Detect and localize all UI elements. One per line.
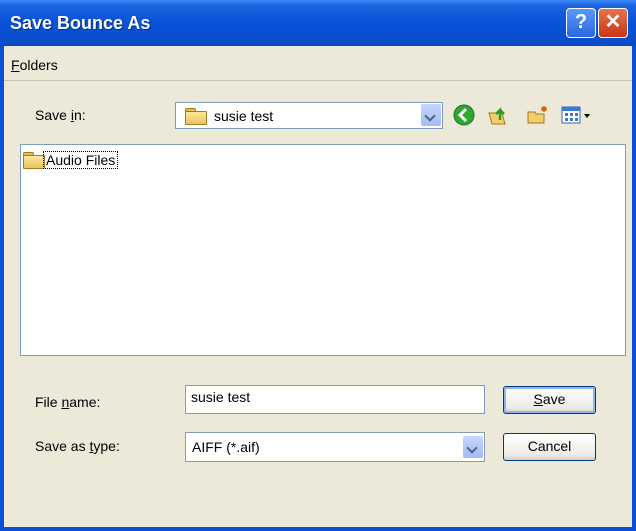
up-folder-icon: [488, 106, 506, 125]
title-bar[interactable]: Save Bounce As ? ✕: [0, 0, 636, 46]
save-type-value: AIFF (*.aif): [192, 439, 260, 455]
close-button[interactable]: ✕: [598, 8, 628, 38]
help-button[interactable]: ?: [566, 8, 596, 38]
menu-bar: Folders: [4, 50, 632, 81]
chevron-down-icon[interactable]: [421, 104, 441, 126]
folder-icon: [185, 108, 207, 125]
up-folder-button[interactable]: [486, 104, 510, 126]
file-name-value: susie test: [191, 389, 251, 405]
file-name-field[interactable]: susie test: [185, 385, 485, 414]
file-list[interactable]: Audio Files: [20, 144, 626, 356]
chevron-down-icon[interactable]: [463, 436, 483, 458]
file-name-label: File name:: [35, 394, 101, 410]
new-folder-button[interactable]: [526, 104, 550, 126]
menu-folders[interactable]: Folders: [11, 57, 58, 73]
save-in-value: susie test: [214, 108, 274, 124]
folder-icon: [23, 152, 45, 169]
back-icon: [453, 104, 475, 126]
cancel-button[interactable]: Cancel: [503, 433, 596, 461]
views-menu-icon: [561, 106, 590, 124]
help-icon: ?: [574, 11, 588, 33]
save-in-label: Save in:: [35, 107, 86, 123]
save-in-dropdown[interactable]: susie test: [175, 102, 443, 129]
new-folder-icon: [527, 106, 547, 124]
list-item-name: Audio Files: [43, 151, 119, 169]
save-type-dropdown[interactable]: AIFF (*.aif): [185, 432, 485, 462]
views-menu-button[interactable]: [560, 104, 600, 126]
back-button[interactable]: [452, 104, 476, 126]
save-button[interactable]: Save: [503, 386, 596, 414]
save-bounce-dialog: Save Bounce As ? ✕ Folders Save in: susi…: [0, 0, 636, 531]
save-type-label: Save as type:: [35, 438, 120, 454]
window-title: Save Bounce As: [10, 13, 151, 33]
close-icon: ✕: [604, 11, 622, 33]
